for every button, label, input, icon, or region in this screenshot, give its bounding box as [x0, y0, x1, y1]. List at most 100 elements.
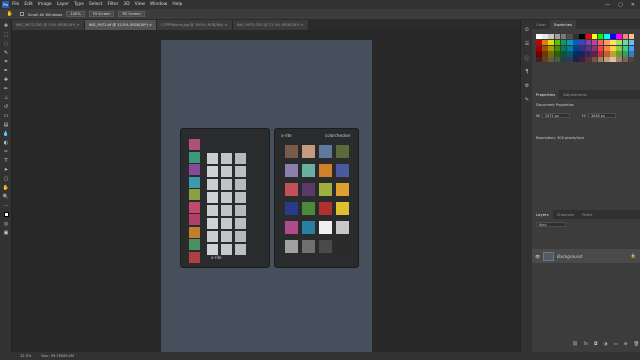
swatch-cell[interactable] — [610, 57, 616, 63]
move-tool-icon[interactable]: ✥ — [2, 22, 10, 29]
menu-layer[interactable]: Layer — [57, 2, 69, 7]
swatch-cell[interactable] — [591, 51, 598, 57]
doc-tab-3[interactable]: CCPPRbkrnt.jpg @ 100% (RGB/8#) × — [157, 20, 233, 30]
history-brush-icon[interactable]: ↺ — [2, 103, 10, 110]
brush-settings-icon[interactable]: ✎ — [523, 96, 531, 104]
tab-properties[interactable]: Properties — [532, 90, 560, 99]
zoom-tool-icon[interactable]: 🔍 — [2, 193, 10, 200]
minimize-button[interactable]: — — [605, 2, 610, 8]
adjustment-layer-icon[interactable]: ◑ — [604, 342, 608, 347]
swatch-cell[interactable] — [622, 45, 629, 51]
visibility-eye-icon[interactable]: 👁 — [535, 254, 540, 259]
swatch-cell[interactable] — [628, 34, 635, 40]
swatch-cell[interactable] — [573, 34, 579, 40]
crop-tool-icon[interactable]: ⌗ — [2, 58, 10, 65]
zoom-level[interactable]: 12.5% — [20, 354, 31, 358]
pen-tool-icon[interactable]: ✑ — [2, 148, 10, 155]
swatch-cell[interactable] — [591, 57, 598, 63]
hand-tool-icon-2[interactable]: ✋ — [2, 184, 10, 191]
swatch-cell[interactable] — [579, 39, 585, 45]
swatch-cell[interactable] — [536, 51, 542, 57]
properties-icon[interactable]: ☰ — [523, 40, 531, 48]
menu-image[interactable]: Image — [38, 2, 52, 7]
swatch-cell[interactable] — [591, 34, 598, 40]
layer-filter-kind[interactable]: Kind — [536, 222, 566, 227]
shape-tool-icon[interactable]: ▢ — [2, 175, 10, 182]
doc-tab-2[interactable]: IMG_9972.tif @ 12.5% (RGB/16*) × — [84, 20, 158, 30]
swatch-cell[interactable] — [579, 51, 585, 57]
menu-window[interactable]: Window — [150, 2, 167, 7]
tab-swatches[interactable]: Swatches — [549, 20, 577, 29]
swatch-cell[interactable] — [616, 51, 623, 57]
link-icon[interactable]: ⛓ — [572, 342, 578, 347]
eyedropper-tool-icon[interactable]: ✒ — [2, 67, 10, 74]
swatch-cell[interactable] — [542, 39, 548, 45]
swatch-cell[interactable] — [610, 51, 616, 57]
fill-screen-button[interactable]: Fill Screen — [118, 11, 145, 17]
swatch-cell[interactable] — [585, 39, 592, 45]
fx-icon[interactable]: fx — [584, 342, 588, 347]
swatch-cell[interactable] — [622, 34, 629, 40]
swatch-cell[interactable] — [628, 51, 635, 57]
canvas-area[interactable]: x-rite x-rite colorchecker — [12, 30, 520, 352]
trash-icon[interactable]: 🗑 — [634, 342, 640, 347]
stamp-tool-icon[interactable]: ⊥ — [2, 94, 10, 101]
history-icon[interactable]: ⏲ — [523, 26, 531, 34]
adjust-icon[interactable]: ⚙ — [523, 82, 531, 90]
swatch-cell[interactable] — [566, 57, 573, 63]
tab-color[interactable]: Color — [532, 20, 550, 29]
width-field[interactable]: 5472 px — [542, 113, 570, 118]
menu-file[interactable]: File — [12, 2, 19, 7]
swatch-cell[interactable] — [566, 34, 573, 40]
brush-tool-icon[interactable]: ✏ — [2, 85, 10, 92]
screen-mode-icon[interactable]: ▣ — [2, 229, 10, 236]
swatch-cell[interactable] — [566, 39, 573, 45]
fit-screen-button[interactable]: Fit Screen — [88, 11, 115, 17]
mask-icon[interactable]: ◘ — [594, 342, 598, 347]
swatch-cell[interactable] — [548, 51, 554, 57]
swatch-cell[interactable] — [616, 39, 623, 45]
swatch-cell[interactable] — [542, 45, 548, 51]
swatch-cell[interactable] — [566, 51, 573, 57]
menu-filter[interactable]: Filter — [108, 2, 119, 7]
swatch-cell[interactable] — [542, 57, 548, 63]
hand-tool-icon[interactable]: ✋ — [6, 11, 14, 18]
swatch-cell[interactable] — [536, 34, 542, 40]
swatch-cell[interactable] — [579, 34, 585, 40]
zoom-100-button[interactable]: 100% — [66, 11, 85, 17]
swatch-cell[interactable] — [554, 57, 561, 63]
swatch-cell[interactable] — [548, 45, 554, 51]
swatch-cell[interactable] — [579, 45, 585, 51]
swatch-cell[interactable] — [622, 57, 629, 63]
lasso-tool-icon[interactable]: ◌ — [2, 40, 10, 47]
swatch-cell[interactable] — [585, 34, 592, 40]
swatch-cell[interactable] — [536, 39, 542, 45]
swatch-cell[interactable] — [616, 57, 623, 63]
swatch-cell[interactable] — [610, 34, 616, 40]
type-tool-icon[interactable]: T — [2, 157, 10, 164]
menu-select[interactable]: Select — [89, 2, 103, 7]
gradient-tool-icon[interactable]: ▤ — [2, 121, 10, 128]
swatch-cell[interactable] — [542, 51, 548, 57]
swatch-cell[interactable] — [604, 34, 610, 40]
paragraph-icon[interactable]: ¶ — [523, 68, 531, 76]
swatch-cell[interactable] — [548, 39, 554, 45]
blur-tool-icon[interactable]: 💧 — [2, 130, 10, 137]
scroll-all-checkbox[interactable] — [20, 12, 24, 16]
swatch-cell[interactable] — [610, 45, 616, 51]
swatch-cell[interactable] — [610, 39, 616, 45]
swatch-cell[interactable] — [622, 51, 629, 57]
doc-tab-1[interactable]: IMG_9972.CR2 @ 15% (RGB/16*) × — [12, 20, 85, 30]
swatch-cell[interactable] — [536, 45, 542, 51]
menu-view[interactable]: View — [135, 2, 145, 7]
maximize-button[interactable]: ▢ — [618, 2, 623, 8]
eraser-tool-icon[interactable]: ▭ — [2, 112, 10, 119]
swatch-cell[interactable] — [622, 39, 629, 45]
swatch-cell[interactable] — [591, 39, 598, 45]
swatch-cell[interactable] — [573, 45, 579, 51]
menu-type[interactable]: Type — [74, 2, 84, 7]
swatch-cell[interactable] — [573, 39, 579, 45]
swatch-cell[interactable] — [585, 57, 592, 63]
swatch-cell[interactable] — [597, 34, 604, 40]
layer-row-background[interactable]: 👁 Background 🔒 — [532, 249, 640, 263]
